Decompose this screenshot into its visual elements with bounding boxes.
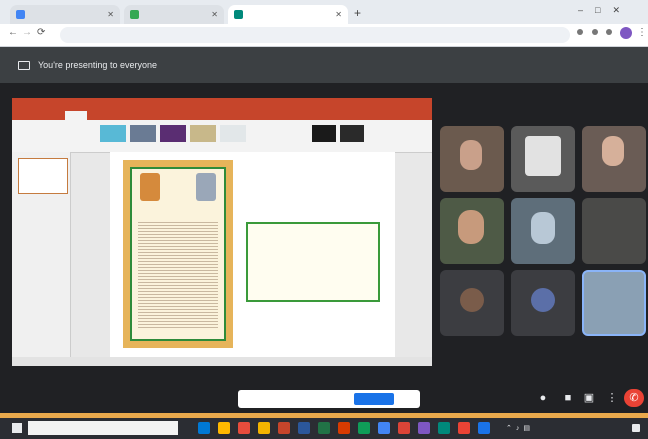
- taskbar-app-icon[interactable]: [398, 422, 410, 434]
- taskbar-app-icon[interactable]: [258, 422, 270, 434]
- participant-tile[interactable]: [440, 270, 504, 336]
- close-window-button[interactable]: ✕: [612, 5, 632, 15]
- address-bar[interactable]: [60, 27, 570, 43]
- forward-icon[interactable]: →: [22, 27, 32, 38]
- close-tab-icon[interactable]: ✕: [211, 5, 218, 24]
- participant-video: [531, 212, 555, 244]
- ribbon-active-tab: [65, 111, 87, 120]
- participant-avatar: [460, 288, 484, 312]
- end-call-icon[interactable]: ✆: [624, 389, 644, 407]
- participant-tile[interactable]: [511, 126, 575, 192]
- theme-thumb: [160, 125, 186, 142]
- back-icon[interactable]: ←: [8, 27, 18, 38]
- more-options-icon[interactable]: ⋮: [603, 389, 621, 407]
- taskbar-app-icon[interactable]: [298, 422, 310, 434]
- system-tray-icons[interactable]: ⌃♪▤: [506, 424, 534, 432]
- participant-video: [602, 136, 624, 166]
- certificate-portrait-right: [196, 173, 216, 201]
- window-controls[interactable]: –□✕: [578, 5, 632, 16]
- announcement-line: [252, 228, 374, 239]
- participant-tile[interactable]: [511, 198, 575, 264]
- taskbar-app-icon[interactable]: [238, 422, 250, 434]
- participant-tile[interactable]: [511, 270, 575, 336]
- theme-thumb: [130, 125, 156, 142]
- self-view-tile[interactable]: [582, 270, 646, 336]
- maximize-button[interactable]: □: [595, 5, 612, 15]
- taskbar-app-icon[interactable]: [378, 422, 390, 434]
- taskbar-app-icon[interactable]: [338, 422, 350, 434]
- taskbar-app-icon[interactable]: [478, 422, 490, 434]
- certificate-portrait-left: [140, 173, 160, 201]
- announcement-line: [252, 250, 374, 261]
- theme-thumb: [220, 125, 246, 142]
- browser-tab-1[interactable]: ✕: [10, 5, 120, 24]
- participant-video: [458, 210, 484, 244]
- slide-thumbnail-1[interactable]: [18, 158, 68, 194]
- announcement-line: [252, 283, 374, 294]
- participant-tile[interactable]: [582, 126, 646, 192]
- browser-tab-3-active[interactable]: ✕: [228, 5, 348, 24]
- camera-icon[interactable]: ■: [559, 389, 577, 407]
- extensions-puzzle-icon[interactable]: [606, 29, 612, 35]
- taskbar-app-icon[interactable]: [278, 422, 290, 434]
- taskbar-app-icon[interactable]: [418, 422, 430, 434]
- theme-thumb: [190, 125, 216, 142]
- profile-avatar[interactable]: [620, 27, 632, 39]
- notification-popup: [238, 390, 420, 408]
- browser-tab-2[interactable]: ✕: [124, 5, 224, 24]
- participant-tile[interactable]: [440, 126, 504, 192]
- taskbar-app-icon[interactable]: [198, 422, 210, 434]
- taskbar-app-icon[interactable]: [358, 422, 370, 434]
- presentation-title-bar: [12, 98, 432, 110]
- tab-favicon-icon: [234, 10, 243, 19]
- certificate-heading: [136, 206, 220, 214]
- stop-presenting-button[interactable]: [584, 59, 640, 73]
- notification-action-button[interactable]: [354, 393, 394, 405]
- taskbar-search-box[interactable]: [28, 421, 178, 435]
- tab-favicon-icon: [16, 10, 25, 19]
- present-screen-icon: [18, 61, 30, 70]
- announcement-line: [252, 239, 374, 250]
- new-tab-button[interactable]: +: [354, 6, 361, 20]
- theme-thumb: [340, 125, 364, 142]
- theme-thumb: [100, 125, 126, 142]
- tab-favicon-icon: [130, 10, 139, 19]
- close-tab-icon[interactable]: ✕: [335, 5, 342, 24]
- taskbar-app-icon[interactable]: [458, 422, 470, 434]
- browser-menu-icon[interactable]: ⋮: [637, 27, 647, 38]
- participant-tile[interactable]: [582, 198, 646, 264]
- participant-video: [460, 140, 482, 170]
- announcement-line: [252, 272, 374, 283]
- notification-center-icon[interactable]: [632, 424, 640, 432]
- participant-tile[interactable]: [440, 198, 504, 264]
- taskbar-app-icon[interactable]: [318, 422, 330, 434]
- theme-thumb: [312, 125, 336, 142]
- announcement-text: [252, 228, 374, 294]
- participant-avatar: [531, 288, 555, 312]
- extension-icon[interactable]: [577, 29, 583, 35]
- mic-icon[interactable]: ●: [534, 389, 552, 407]
- presentation-status-bar: [12, 357, 432, 366]
- minimize-button[interactable]: –: [578, 5, 595, 15]
- reload-icon[interactable]: ⟳: [37, 27, 45, 38]
- participant-video: [525, 136, 561, 176]
- presenting-text: You're presenting to everyone: [38, 60, 157, 70]
- close-tab-icon[interactable]: ✕: [107, 5, 114, 24]
- announcement-line: [252, 261, 374, 272]
- bookmark-icon[interactable]: [592, 29, 598, 35]
- taskbar-app-icon[interactable]: [218, 422, 230, 434]
- taskbar-app-icon[interactable]: [438, 422, 450, 434]
- present-icon[interactable]: ▣: [580, 389, 598, 407]
- certificate-text-block: [138, 220, 218, 330]
- windows-start-icon[interactable]: [12, 423, 22, 433]
